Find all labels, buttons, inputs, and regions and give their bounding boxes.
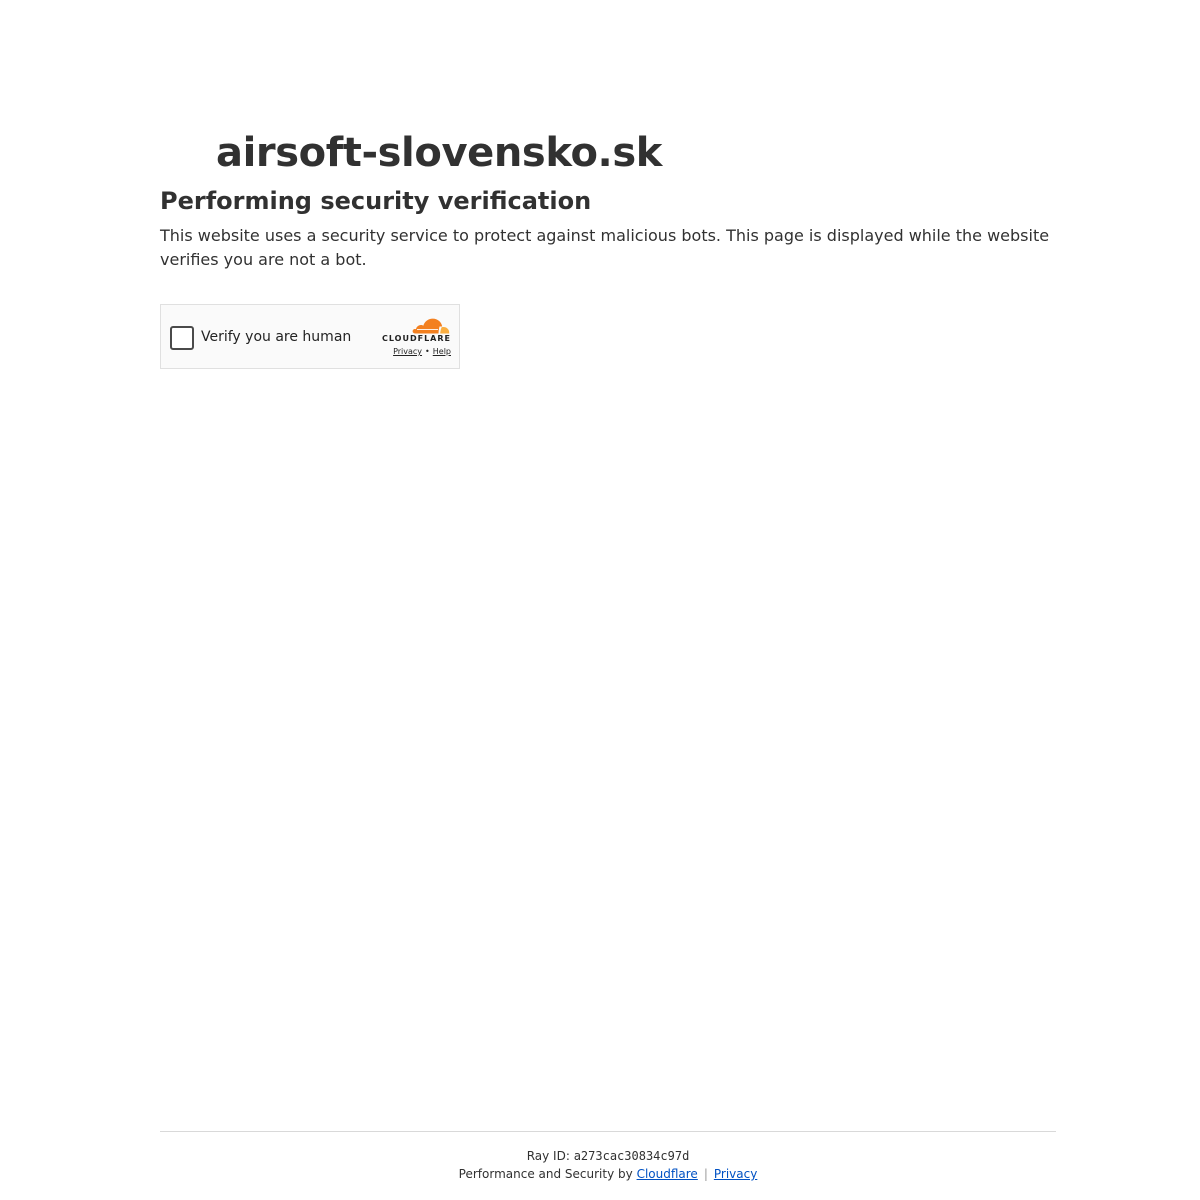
- page-description: This website uses a security service to …: [160, 226, 1050, 269]
- ray-id-label: Ray ID:: [526, 1149, 570, 1163]
- page-heading: Performing security verification: [160, 187, 592, 215]
- verify-checkbox[interactable]: [170, 326, 194, 350]
- widget-help-link[interactable]: Help: [433, 347, 451, 356]
- cloudflare-wordmark: CLOUDFLARE: [382, 334, 451, 343]
- performance-text: Performance and Security by: [458, 1167, 633, 1181]
- turnstile-widget: Verify you are human CLOUDFLARE Privacy •…: [160, 304, 460, 369]
- cloudflare-link[interactable]: Cloudflare: [637, 1167, 698, 1181]
- cloudflare-logo: CLOUDFLARE: [373, 316, 451, 344]
- footer-separator: |: [703, 1167, 708, 1181]
- footer-divider: [160, 1131, 1056, 1132]
- cloudflare-cloud-icon: [412, 318, 450, 334]
- widget-privacy-link[interactable]: Privacy: [393, 347, 422, 356]
- widget-link-separator: •: [425, 347, 430, 356]
- widget-links: Privacy • Help: [393, 346, 451, 358]
- ray-id-line: Ray ID: a273cac30834c97d: [0, 1148, 1200, 1164]
- ray-id-value: a273cac30834c97d: [573, 1149, 690, 1163]
- footer-attribution: Performance and Security by Cloudflare | P…: [0, 1166, 1200, 1182]
- footer-privacy-link[interactable]: Privacy: [714, 1167, 757, 1181]
- verify-label[interactable]: Verify you are human: [201, 327, 351, 347]
- site-name: airsoft-slovensko.sk: [216, 130, 662, 176]
